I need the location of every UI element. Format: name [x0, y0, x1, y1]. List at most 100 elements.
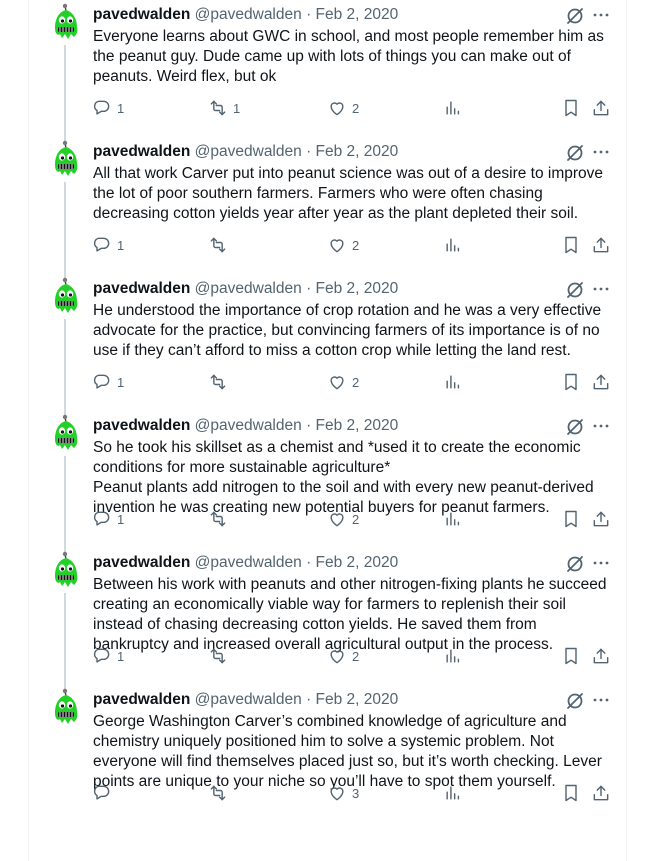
retweet-button[interactable]	[208, 234, 233, 256]
bookmark-button[interactable]	[561, 508, 581, 530]
like-button[interactable]: 2	[327, 97, 359, 119]
tweet-paragraph: He understood the importance of crop rot…	[93, 302, 602, 359]
tweet-text: So he took his skillset as a chemist and…	[93, 438, 608, 518]
avatar[interactable]	[50, 688, 82, 728]
tweet-text: Everyone learns about GWC in school, and…	[93, 27, 608, 87]
grok-icon[interactable]	[565, 143, 585, 163]
analytics-icon	[446, 101, 460, 115]
tweet[interactable]: pavedwalden @pavedwalden · Feb 2, 2020 H…	[0, 277, 655, 420]
date-separator: ·	[306, 6, 312, 23]
analytics-icon	[446, 649, 460, 663]
retweet-icon	[210, 374, 226, 390]
author-handle[interactable]: @pavedwalden	[195, 6, 302, 23]
views-button[interactable]	[443, 371, 463, 393]
like-button[interactable]: 2	[327, 371, 359, 393]
reply-button[interactable]: 1	[92, 508, 124, 530]
retweet-button[interactable]: 1	[208, 97, 240, 119]
tweet-date[interactable]: Feb 2, 2020	[316, 143, 399, 160]
share-button[interactable]	[591, 645, 611, 667]
grok-icon[interactable]	[565, 417, 585, 437]
tweet[interactable]: pavedwalden @pavedwalden · Feb 2, 2020 S…	[0, 414, 655, 557]
bookmark-button[interactable]	[561, 234, 581, 256]
author-handle[interactable]: @pavedwalden	[195, 143, 302, 160]
author-name[interactable]: pavedwalden	[93, 280, 190, 297]
like-button[interactable]: 2	[327, 645, 359, 667]
grok-icon[interactable]	[565, 6, 585, 26]
tweet[interactable]: pavedwalden @pavedwalden · Feb 2, 2020 E…	[0, 3, 655, 146]
reply-button[interactable]: 1	[92, 234, 124, 256]
thread-line	[64, 593, 66, 694]
reply-button[interactable]: 1	[92, 645, 124, 667]
views-button[interactable]	[443, 508, 463, 530]
date-separator: ·	[306, 143, 312, 160]
views-button[interactable]	[443, 234, 463, 256]
tweet-date[interactable]: Feb 2, 2020	[316, 691, 399, 708]
grok-icon[interactable]	[565, 280, 585, 300]
bookmark-button[interactable]	[561, 97, 581, 119]
retweet-button[interactable]	[208, 508, 233, 530]
like-button[interactable]: 3	[327, 782, 359, 804]
grok-icon[interactable]	[565, 691, 585, 711]
like-button[interactable]: 2	[327, 234, 359, 256]
more-icon[interactable]	[591, 279, 611, 299]
reply-button[interactable]: 1	[92, 371, 124, 393]
tweet[interactable]: pavedwalden @pavedwalden · Feb 2, 2020 B…	[0, 551, 655, 694]
tweet-header: pavedwalden @pavedwalden · Feb 2, 2020	[93, 553, 398, 573]
grok-icon[interactable]	[565, 554, 585, 574]
tweet-date[interactable]: Feb 2, 2020	[316, 417, 399, 434]
author-handle[interactable]: @pavedwalden	[195, 417, 302, 434]
share-button[interactable]	[591, 234, 611, 256]
avatar[interactable]	[50, 140, 82, 180]
tweet-paragraph: Between his work with peanuts and other …	[93, 576, 607, 653]
share-button[interactable]	[591, 508, 611, 530]
author-handle[interactable]: @pavedwalden	[195, 691, 302, 708]
avatar[interactable]	[50, 414, 82, 454]
tweet-paragraph: All that work Carver put into peanut sci…	[93, 165, 604, 222]
retweet-button[interactable]	[208, 371, 233, 393]
more-icon[interactable]	[591, 142, 611, 162]
views-button[interactable]	[443, 97, 463, 119]
bookmark-button[interactable]	[561, 645, 581, 667]
bookmark-icon	[565, 784, 577, 802]
replies-count: 1	[117, 648, 125, 664]
like-button[interactable]: 2	[327, 508, 359, 530]
retweet-icon	[210, 100, 226, 116]
tweet[interactable]: pavedwalden @pavedwalden · Feb 2, 2020 G…	[0, 688, 655, 825]
thread-line	[64, 182, 66, 283]
reply-button[interactable]: 1	[92, 97, 124, 119]
replies-count: 1	[117, 374, 125, 390]
more-icon[interactable]	[591, 416, 611, 436]
more-icon[interactable]	[591, 553, 611, 573]
tweet[interactable]: pavedwalden @pavedwalden · Feb 2, 2020 A…	[0, 140, 655, 283]
action-bar: 1 2	[0, 371, 655, 395]
bookmark-button[interactable]	[561, 782, 581, 804]
tweet-date[interactable]: Feb 2, 2020	[316, 280, 399, 297]
share-button[interactable]	[591, 371, 611, 393]
action-bar: 1 2	[0, 508, 655, 532]
author-name[interactable]: pavedwalden	[93, 691, 190, 708]
more-icon[interactable]	[591, 690, 611, 710]
bookmark-icon	[565, 510, 577, 528]
author-name[interactable]: pavedwalden	[93, 417, 190, 434]
avatar[interactable]	[50, 277, 82, 317]
avatar[interactable]	[50, 3, 82, 43]
views-button[interactable]	[443, 645, 463, 667]
author-handle[interactable]: @pavedwalden	[195, 280, 302, 297]
tweet-date[interactable]: Feb 2, 2020	[316, 554, 399, 571]
retweet-button[interactable]	[208, 645, 233, 667]
action-bar: 3	[0, 782, 655, 806]
author-name[interactable]: pavedwalden	[93, 143, 190, 160]
retweets-count: 1	[233, 100, 241, 116]
retweet-button[interactable]	[208, 782, 233, 804]
tweet-date[interactable]: Feb 2, 2020	[316, 6, 399, 23]
share-button[interactable]	[591, 782, 611, 804]
author-handle[interactable]: @pavedwalden	[195, 554, 302, 571]
author-name[interactable]: pavedwalden	[93, 6, 190, 23]
reply-button[interactable]	[92, 782, 117, 804]
more-icon[interactable]	[591, 5, 611, 25]
author-name[interactable]: pavedwalden	[93, 554, 190, 571]
views-button[interactable]	[443, 782, 463, 804]
avatar[interactable]	[50, 551, 82, 591]
share-button[interactable]	[591, 97, 611, 119]
bookmark-button[interactable]	[561, 371, 581, 393]
